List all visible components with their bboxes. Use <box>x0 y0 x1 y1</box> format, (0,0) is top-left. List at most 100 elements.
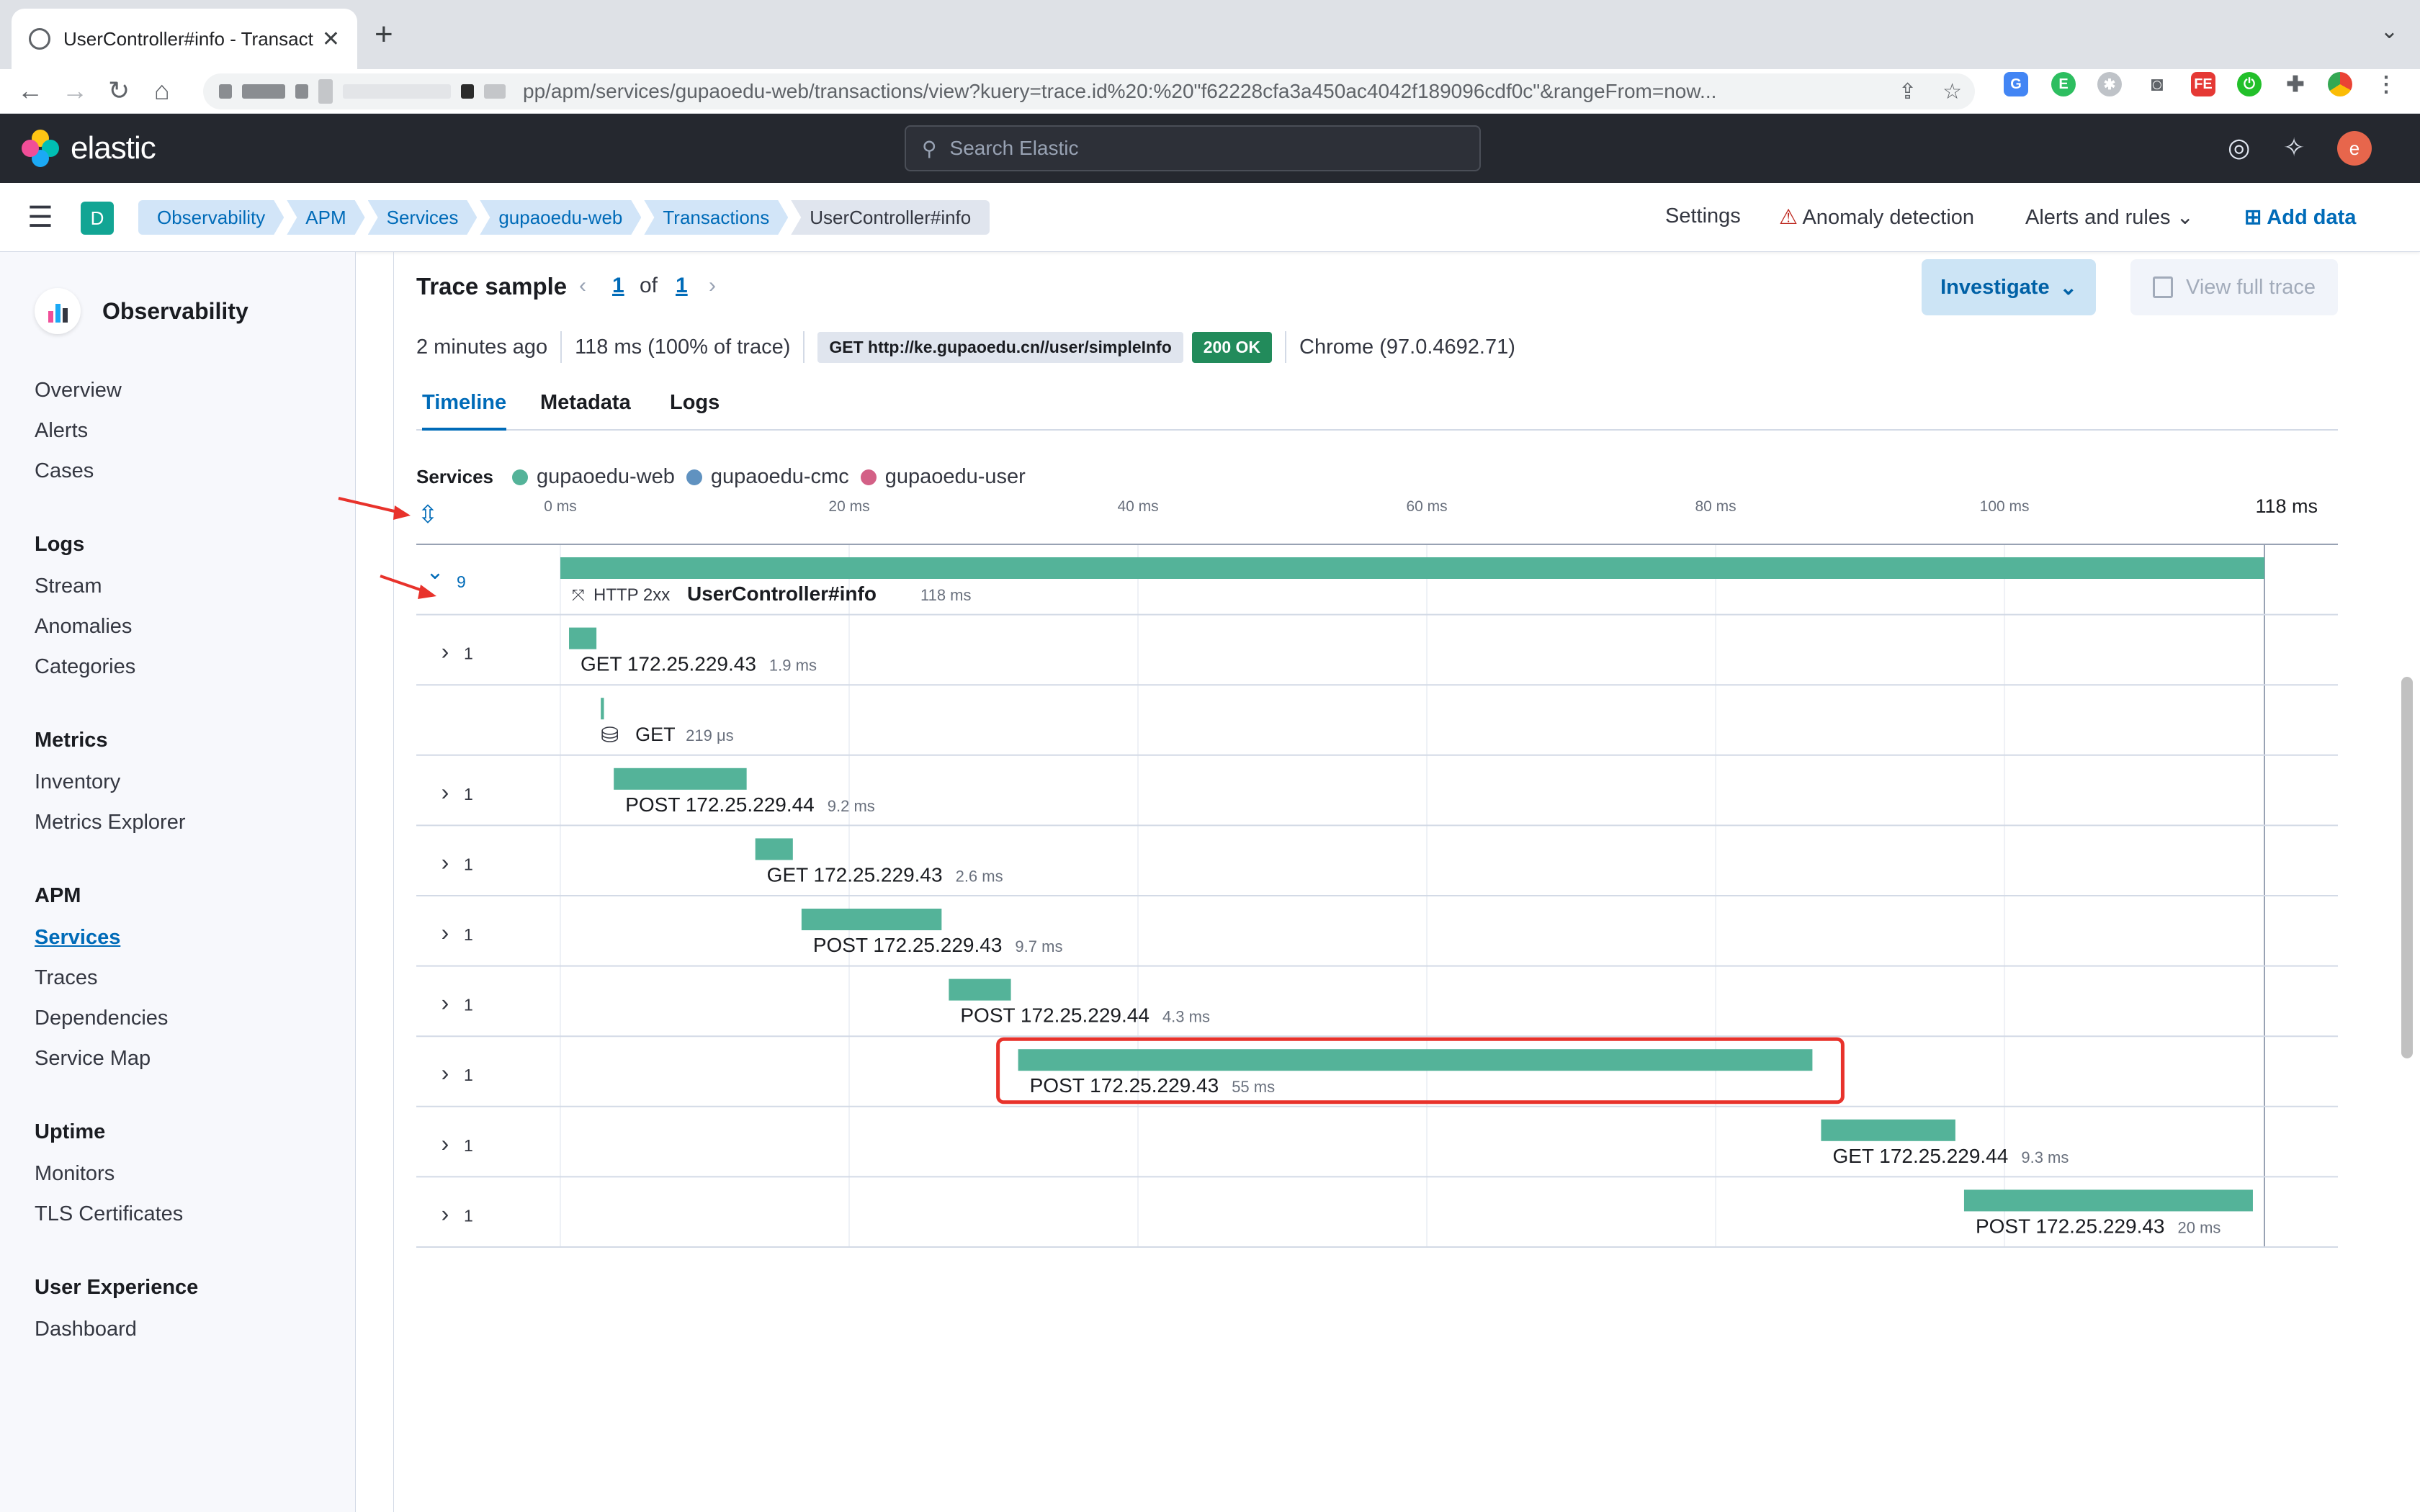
elastic-logo[interactable]: elastic <box>22 130 156 167</box>
span-duration: 9.7 ms <box>1015 937 1062 955</box>
elastic-favicon-icon <box>29 28 50 50</box>
request-url-badge: GET http://ke.gupaoedu.cn//user/simpleIn… <box>817 331 1183 363</box>
hamburger-menu-icon[interactable]: ☰ <box>27 203 53 232</box>
chrome-profile-icon[interactable] <box>2328 72 2352 96</box>
breadcrumb-services[interactable]: Services <box>368 200 478 235</box>
home-icon[interactable]: ⌂ <box>154 75 170 107</box>
chevron-right-icon[interactable]: › <box>442 1200 449 1226</box>
global-search[interactable]: ⚲ <box>905 125 1481 171</box>
tab-metadata[interactable]: Metadata <box>540 389 631 431</box>
waterfall-row[interactable] <box>416 825 2338 896</box>
nav-tls-certificates[interactable]: TLS Certificates <box>35 1202 183 1226</box>
extension-icon[interactable]: ✱ <box>2097 72 2122 96</box>
previous-sample-icon[interactable]: ‹ <box>579 274 586 298</box>
settings-link[interactable]: Settings <box>1665 204 1741 228</box>
add-data-link[interactable]: ⊞ Add data <box>2244 204 2356 230</box>
kebab-menu-icon[interactable]: ⋮ <box>2374 72 2398 96</box>
nav-metrics-explorer[interactable]: Metrics Explorer <box>35 811 186 834</box>
back-arrow-icon[interactable]: ← <box>17 75 43 107</box>
chevron-right-icon[interactable]: › <box>442 639 449 665</box>
waterfall-row[interactable] <box>416 1036 2338 1107</box>
view-full-trace-button[interactable]: View full trace <box>2130 259 2338 315</box>
nav-inventory[interactable]: Inventory <box>35 770 120 794</box>
news-feed-icon[interactable]: ✧ <box>2283 132 2305 163</box>
span-bar[interactable] <box>1963 1189 2253 1212</box>
nav-anomalies[interactable]: Anomalies <box>35 615 132 639</box>
tab-search-chevron-icon[interactable]: ⌄ <box>2380 19 2398 44</box>
collapse-all-icon[interactable]: ⇳ <box>418 501 439 528</box>
chevron-right-icon[interactable]: › <box>442 1060 449 1086</box>
nav-stream[interactable]: Stream <box>35 575 102 598</box>
span-bar[interactable] <box>1018 1049 1813 1071</box>
page-scrollbar[interactable] <box>2401 677 2413 1058</box>
span-bar[interactable] <box>949 978 1011 1001</box>
breadcrumb-observability[interactable]: Observability <box>138 200 284 235</box>
nav-cases[interactable]: Cases <box>35 459 94 483</box>
span-name: POST 172.25.229.44 <box>960 1004 1150 1027</box>
space-selector[interactable]: D <box>81 202 114 235</box>
span-duration: 4.3 ms <box>1162 1008 1210 1026</box>
span-duration: 9.2 ms <box>828 797 875 815</box>
add-data-icon: ⊞ <box>2244 206 2262 229</box>
chevron-right-icon[interactable]: › <box>442 779 449 805</box>
fe-extension-icon[interactable]: FE <box>2191 72 2215 96</box>
chevron-right-icon[interactable]: › <box>442 849 449 875</box>
span-bar[interactable] <box>801 909 942 930</box>
browser-tab[interactable]: UserController#info - Transacti ✕ <box>12 9 357 69</box>
span-bar[interactable] <box>601 698 604 720</box>
breadcrumb-service[interactable]: gupaoedu-web <box>480 200 641 235</box>
chevron-right-icon[interactable]: › <box>442 990 449 1016</box>
nav-dashboard[interactable]: Dashboard <box>35 1318 137 1341</box>
nav-alerts[interactable]: Alerts <box>35 419 88 443</box>
waterfall-row[interactable] <box>416 966 2338 1037</box>
help-icon[interactable]: ◎ <box>2228 132 2250 163</box>
span-bar[interactable] <box>1821 1119 1955 1141</box>
nav-dependencies[interactable]: Dependencies <box>35 1007 168 1030</box>
nav-categories[interactable]: Categories <box>35 655 135 679</box>
browser-toolbar: ← → ↻ ⌂ pp/apm/services/gupaoedu-web/tra… <box>0 69 2420 114</box>
search-input[interactable] <box>949 137 1454 160</box>
forward-arrow-icon[interactable]: → <box>62 75 88 107</box>
span-name: POST 172.25.229.43 <box>1976 1215 2165 1237</box>
nav-service-map[interactable]: Service Map <box>35 1047 151 1071</box>
waterfall-row[interactable] <box>416 896 2338 966</box>
breadcrumb-transactions[interactable]: Transactions <box>644 200 788 235</box>
new-tab-button[interactable]: + <box>375 17 393 52</box>
chevron-right-icon[interactable]: › <box>442 1130 449 1156</box>
status-badge: 200 OK <box>1191 331 1273 363</box>
investigate-button[interactable]: Investigate ⌄ <box>1922 259 2096 315</box>
address-bar[interactable]: pp/apm/services/gupaoedu-web/transaction… <box>203 73 1975 109</box>
chevron-down-icon[interactable]: ⌄ <box>426 560 444 584</box>
legend-dot <box>686 469 702 485</box>
redacted-block <box>343 84 451 99</box>
camera-extension-icon[interactable]: ◙ <box>2145 72 2169 96</box>
next-sample-icon[interactable]: › <box>709 274 716 298</box>
chevron-down-icon: ⌄ <box>2176 206 2194 229</box>
chevron-right-icon[interactable]: › <box>442 919 449 945</box>
span-bar[interactable] <box>569 627 597 649</box>
nav-overview[interactable]: Overview <box>35 379 122 402</box>
span-bar[interactable] <box>614 768 747 790</box>
total-samples-link[interactable]: 1 <box>676 274 688 298</box>
nav-monitors[interactable]: Monitors <box>35 1162 115 1186</box>
current-sample-link[interactable]: 1 <box>612 274 624 298</box>
breadcrumb-apm[interactable]: APM <box>287 200 364 235</box>
user-avatar[interactable]: e <box>2337 131 2372 166</box>
puzzle-extensions-icon[interactable]: ✚ <box>2283 72 2308 96</box>
anomaly-detection-link[interactable]: ⚠ Anomaly detection <box>1779 204 1974 230</box>
bookmark-star-icon[interactable]: ☆ <box>1942 79 1962 104</box>
power-extension-icon[interactable]: ⏻ <box>2237 72 2262 96</box>
tab-timeline[interactable]: Timeline <box>422 389 507 431</box>
translate-extension-icon[interactable]: G <box>2004 72 2028 96</box>
evernote-extension-icon[interactable]: E <box>2051 72 2076 96</box>
share-icon[interactable]: ⇪ <box>1899 79 1917 104</box>
trace-duration: 118 ms <box>575 335 642 359</box>
nav-traces[interactable]: Traces <box>35 966 98 990</box>
span-bar[interactable] <box>755 838 793 860</box>
nav-services[interactable]: Services <box>35 926 120 950</box>
close-tab-icon[interactable]: ✕ <box>322 27 340 52</box>
tab-logs[interactable]: Logs <box>670 389 720 431</box>
span-bar[interactable] <box>560 557 2264 579</box>
reload-icon[interactable]: ↻ <box>108 75 130 107</box>
alerts-and-rules-menu[interactable]: Alerts and rules ⌄ <box>2025 204 2194 230</box>
